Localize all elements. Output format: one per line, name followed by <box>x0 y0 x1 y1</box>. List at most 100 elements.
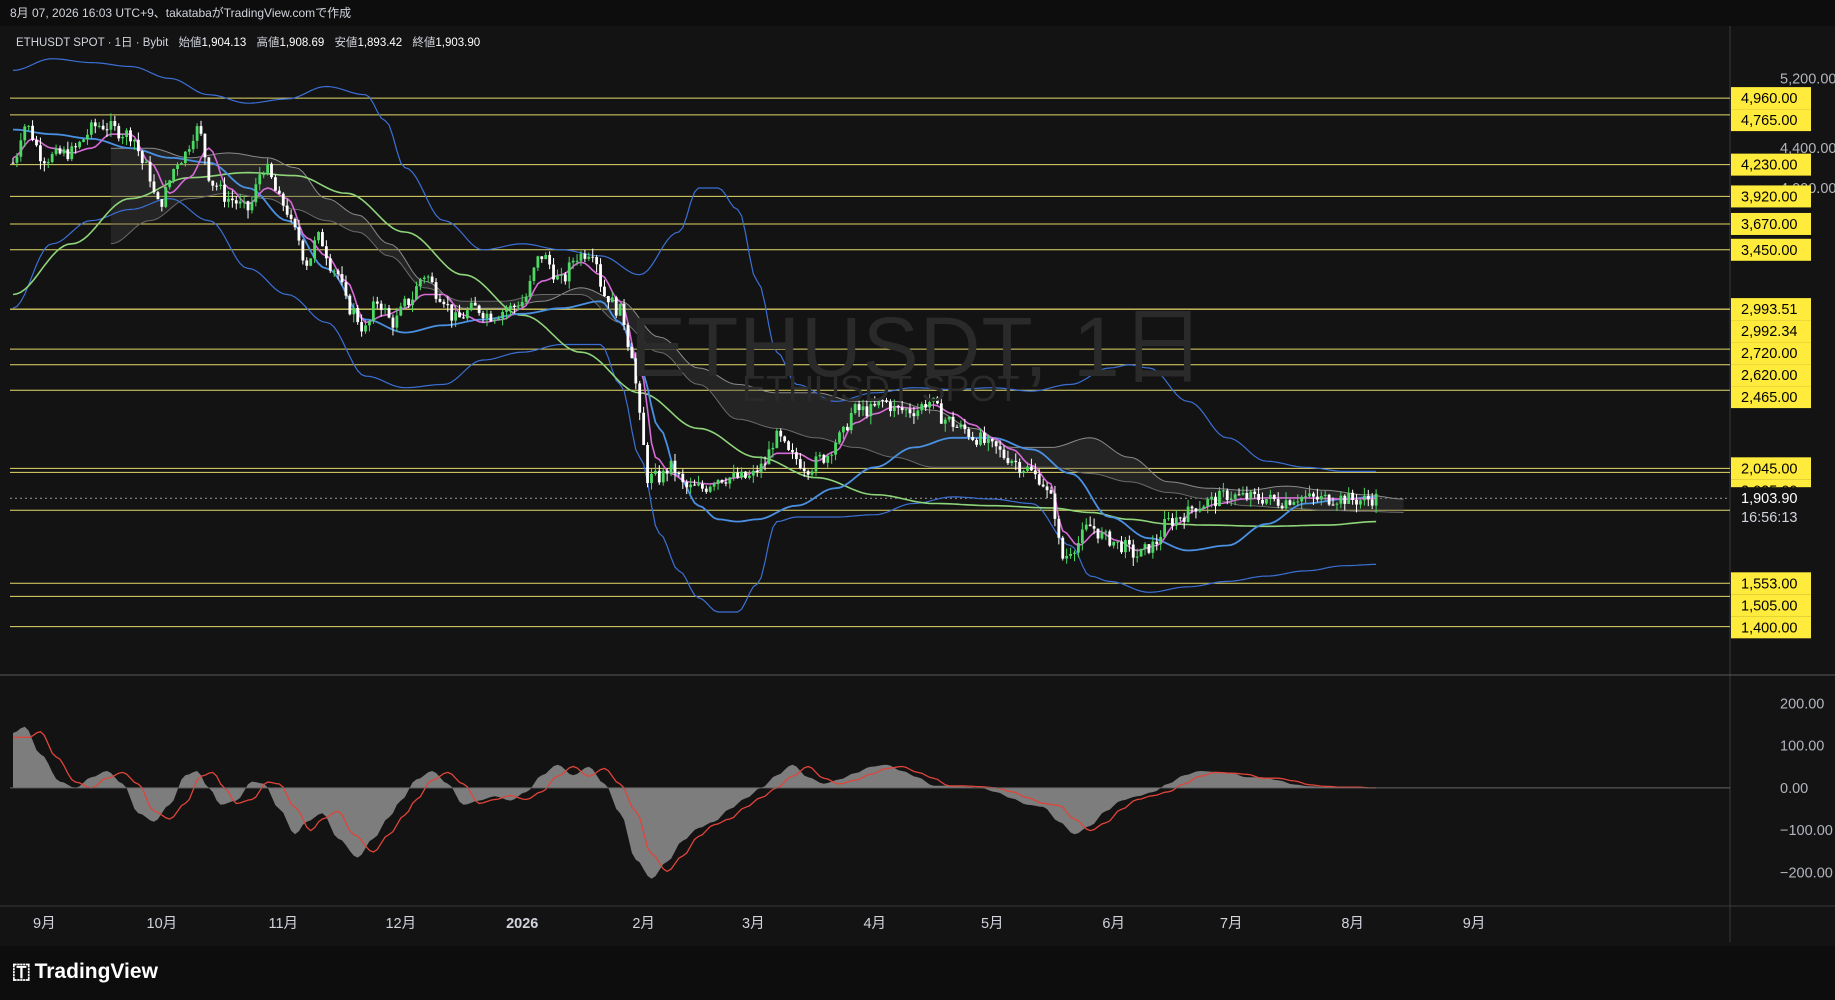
candle-body <box>509 305 512 310</box>
candle-body <box>1171 518 1174 526</box>
candle-body <box>1374 493 1378 506</box>
candle-body <box>1202 506 1206 509</box>
candle-body <box>657 470 661 483</box>
candle-body <box>1327 494 1331 505</box>
candle-body <box>1257 494 1261 500</box>
candle-body <box>144 161 148 163</box>
candle-body <box>1253 491 1257 495</box>
candle-body <box>767 449 771 465</box>
candle-body <box>207 157 211 181</box>
candle-body <box>407 298 411 306</box>
candle-body <box>101 125 105 130</box>
candle-body <box>328 258 332 271</box>
open-label: 始値 <box>178 37 202 49</box>
symbol-label: ETHUSDT SPOT · 1日 · Bybit <box>16 37 169 49</box>
candle-body <box>822 454 826 463</box>
price-chart[interactable]: 5,200.004,400.004,000.004,960.004,765.00… <box>0 26 1835 946</box>
candle-body <box>15 156 19 163</box>
candle-body <box>1190 506 1194 509</box>
candle-body <box>1300 496 1304 502</box>
candle-body <box>990 438 994 442</box>
brand-label: TradingView <box>34 960 158 983</box>
candle-body <box>1331 504 1335 506</box>
candle-body <box>469 302 473 311</box>
candle-body <box>481 312 485 319</box>
level-label: 1,505.00 <box>1741 598 1797 614</box>
candle-body <box>795 452 798 460</box>
candle-body <box>277 190 281 194</box>
candle-body <box>1139 548 1143 557</box>
candle-body <box>963 424 967 430</box>
candle-body <box>1077 542 1080 553</box>
candle-body <box>951 416 955 427</box>
candle-body <box>1174 517 1178 526</box>
candle-body <box>219 184 223 186</box>
candle-body <box>105 129 109 131</box>
candle-body <box>1057 518 1061 538</box>
tradingview-brand[interactable]: 🇹 TradingView <box>12 960 158 984</box>
candle-body <box>1221 490 1225 492</box>
candle-body <box>1276 499 1280 506</box>
candle-body <box>1049 490 1053 494</box>
candle-body <box>1065 555 1069 559</box>
candle-body <box>559 274 563 276</box>
candle-body <box>136 139 140 152</box>
candle-body <box>1359 500 1362 505</box>
candle-body <box>1206 499 1210 507</box>
candle-body <box>736 472 740 478</box>
candle-body <box>375 301 379 304</box>
candle-body <box>234 200 238 204</box>
candle-body <box>716 479 720 485</box>
candle-body <box>450 304 454 321</box>
candle-body <box>1104 531 1108 533</box>
candle-body <box>1351 492 1355 500</box>
time-tick-label: 8月 <box>1341 916 1364 932</box>
candle-body <box>422 277 426 280</box>
candle-body <box>493 319 497 322</box>
candle-body <box>528 280 532 297</box>
time-tick-label: 12月 <box>385 916 416 932</box>
candle-body <box>681 473 685 483</box>
candle-body <box>673 460 677 474</box>
candle-body <box>1288 500 1292 505</box>
candle-body <box>971 436 975 440</box>
candle-body <box>1362 495 1366 501</box>
candle-body <box>172 169 175 181</box>
candle-body <box>246 201 250 211</box>
candle-body <box>54 148 58 155</box>
candle-body <box>1370 499 1374 506</box>
candle-body <box>567 262 571 282</box>
candle-body <box>1124 540 1127 553</box>
low-value: 1,893.42 <box>357 37 403 49</box>
candle-body <box>814 456 818 472</box>
candle-body <box>434 282 438 299</box>
candle-body <box>806 471 810 475</box>
candle-body <box>50 154 54 163</box>
time-tick-label: 2月 <box>632 916 655 932</box>
candle-body <box>1088 524 1092 527</box>
candle-body <box>489 313 493 322</box>
candle-body <box>364 325 367 332</box>
candle-body <box>916 410 920 417</box>
candle-body <box>203 133 207 158</box>
candle-body <box>97 125 101 127</box>
candle-body <box>1178 517 1182 519</box>
candle-body <box>1296 501 1300 503</box>
candle-body <box>516 306 520 308</box>
candle-body <box>78 141 81 148</box>
candle-body <box>606 296 610 303</box>
candle-body <box>1355 499 1358 505</box>
candle-body <box>113 121 117 126</box>
candle-body <box>1100 532 1104 539</box>
candle-body <box>317 232 320 241</box>
candle-body <box>31 125 34 140</box>
candle-body <box>563 274 567 282</box>
candle-body <box>305 260 309 266</box>
candle-body <box>274 177 277 191</box>
candle-body <box>830 454 834 456</box>
candle-body <box>1323 494 1327 497</box>
candle-body <box>180 163 183 165</box>
level-label: 4,765.00 <box>1741 113 1797 129</box>
level-label: 1,553.00 <box>1741 576 1797 592</box>
footer-bar: 🇹 TradingView <box>0 946 1835 1000</box>
